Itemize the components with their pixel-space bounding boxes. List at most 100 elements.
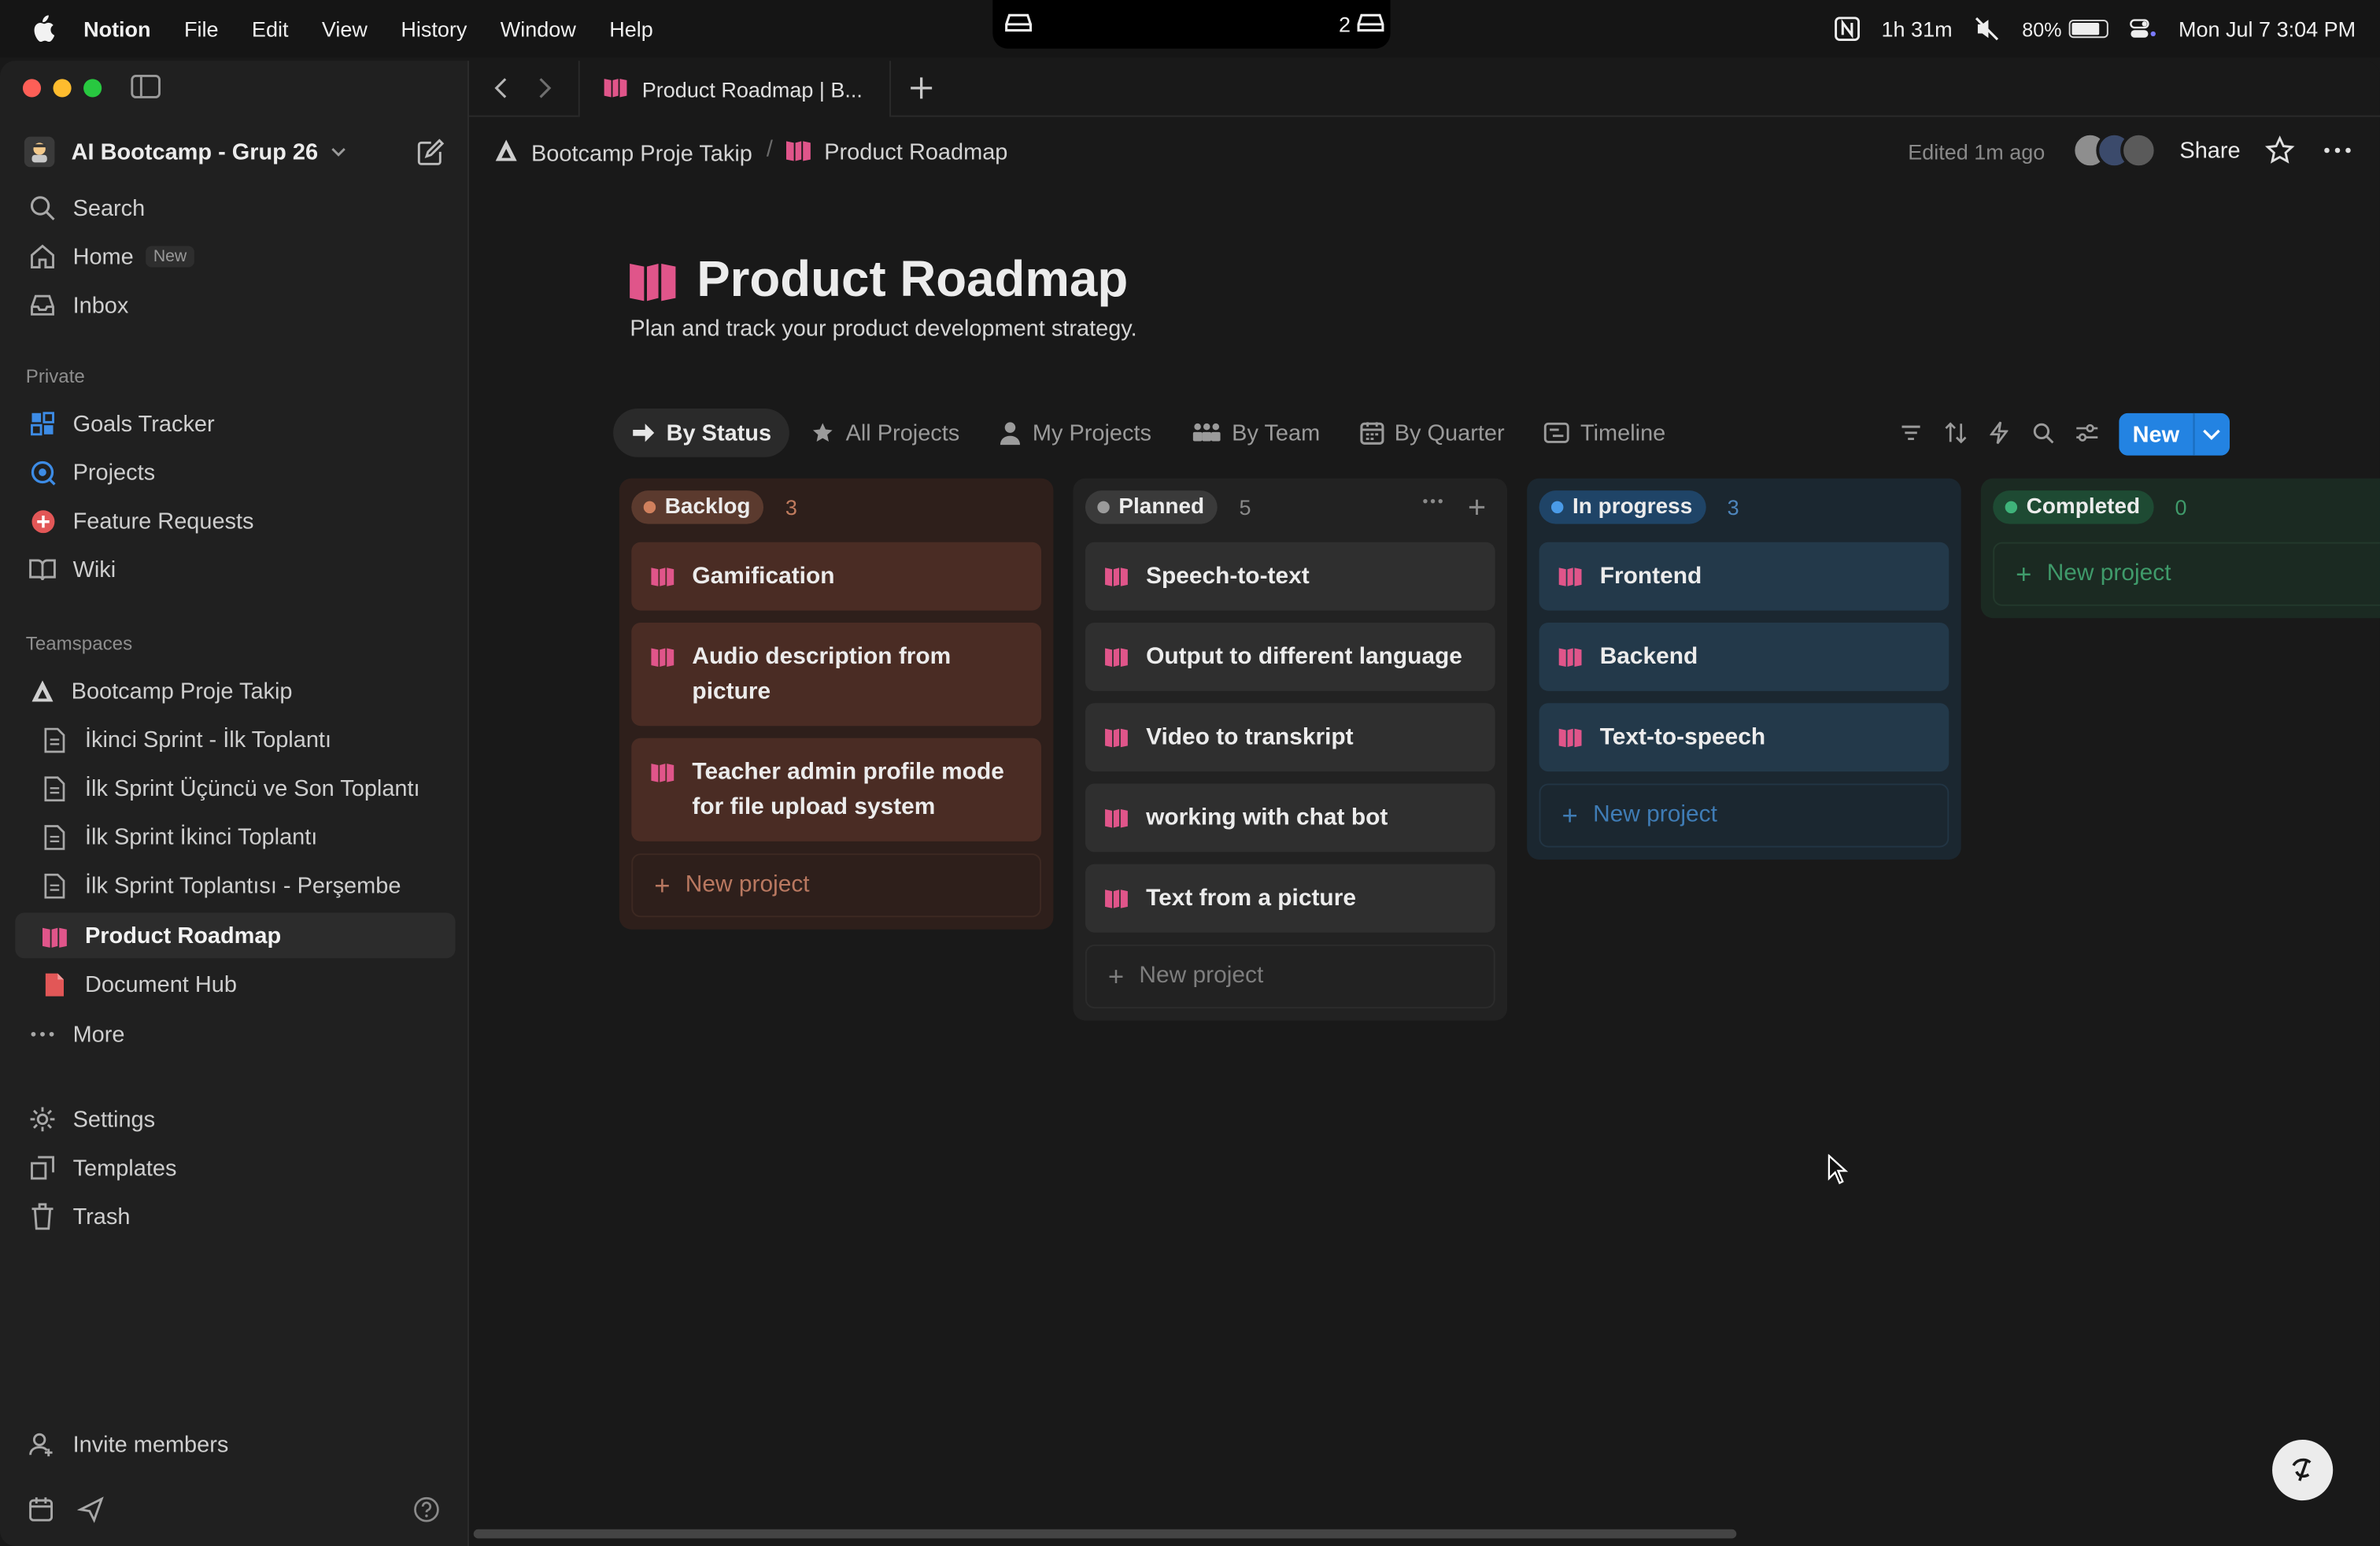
drive-icon[interactable] [1005, 12, 1033, 33]
zoom-window-button[interactable] [83, 79, 102, 98]
board-card[interactable]: Video to transkript [1085, 703, 1495, 772]
board-card[interactable]: Teacher admin profile mode for file uplo… [631, 738, 1041, 841]
sidebar-templates[interactable]: Templates [15, 1145, 455, 1191]
notion-menubar-icon[interactable] [1833, 17, 1861, 41]
workspace-switcher[interactable]: AI Bootcamp - Grup 26 [24, 134, 449, 170]
settings-sliders-icon[interactable] [2073, 419, 2101, 446]
board-card[interactable]: Text-to-speech [1539, 703, 1949, 772]
apple-icon[interactable] [31, 15, 55, 43]
sidebar-home[interactable]: Home New [15, 234, 455, 279]
tab-all-projects[interactable]: All Projects [793, 409, 978, 457]
search-icon[interactable] [2029, 419, 2057, 446]
new-button[interactable]: New [2119, 412, 2193, 456]
minimize-window-button[interactable] [53, 79, 72, 98]
page-description[interactable]: Plan and track your product development … [630, 316, 1136, 342]
menu-view[interactable]: View [322, 17, 368, 41]
new-project-button[interactable]: + New project [631, 853, 1041, 918]
share-button[interactable]: Share [2179, 139, 2240, 165]
breadcrumb-teamspace[interactable]: Bootcamp Proje Takip [493, 139, 752, 169]
card-title: Output to different language [1146, 644, 1462, 670]
new-dropdown-button[interactable] [2193, 412, 2230, 456]
roadmap-icon[interactable] [626, 257, 678, 302]
more-options-icon[interactable] [2323, 135, 2353, 166]
calendar-icon[interactable] [28, 1496, 55, 1523]
menu-app-name[interactable]: Notion [83, 17, 150, 41]
board-card[interactable]: Output to different language [1085, 623, 1495, 691]
sidebar-settings[interactable]: Settings [15, 1097, 455, 1142]
roadmap-icon [649, 758, 675, 793]
sidebar-item-teamspace[interactable]: Bootcamp Proje Takip [15, 668, 455, 714]
sidebar-page-3[interactable]: İlk Sprint İkinci Toplantı [15, 814, 455, 860]
tab-by-team[interactable]: By Team [1173, 409, 1338, 457]
help-circle-icon[interactable] [413, 1496, 441, 1523]
drive-icon-2[interactable] [1357, 12, 1384, 33]
board-card[interactable]: Speech-to-text [1085, 542, 1495, 611]
new-project-label: New project [1593, 801, 1717, 828]
board-card[interactable]: Text from a picture [1085, 864, 1495, 933]
tab-timeline[interactable]: Timeline [1526, 409, 1684, 457]
sidebar-item-projects[interactable]: Projects [15, 449, 455, 495]
sidebar-page-2[interactable]: İlk Sprint Üçüncü ve Son Toplantı [15, 765, 455, 811]
menu-file[interactable]: File [184, 17, 219, 41]
clock[interactable]: Mon Jul 7 3:04 PM [2179, 17, 2356, 41]
breadcrumb-page[interactable]: Product Roadmap [785, 139, 1007, 168]
sidebar-inbox[interactable]: Inbox [15, 283, 455, 328]
tab-my-projects[interactable]: My Projects [981, 409, 1170, 457]
sidebar-page-product-roadmap[interactable]: Product Roadmap [15, 912, 456, 959]
sidebar-trash[interactable]: Trash [15, 1193, 455, 1239]
status-badge-in-progress[interactable]: In progress [1539, 490, 1706, 524]
sidebar-toggle-icon[interactable] [131, 75, 161, 99]
tab-by-quarter[interactable]: By Quarter [1341, 409, 1523, 457]
new-project-button[interactable]: + New project [1085, 945, 1495, 1009]
automation-lightning-icon[interactable] [1986, 419, 2013, 446]
page-title[interactable]: Product Roadmap [697, 250, 1128, 308]
sidebar-item-goals-tracker[interactable]: Goals Tracker [15, 401, 455, 446]
sort-icon[interactable] [1942, 419, 1969, 446]
collaborator-avatars[interactable] [2071, 131, 2160, 172]
sidebar-more[interactable]: More [15, 1012, 455, 1057]
send-icon[interactable] [77, 1496, 105, 1523]
sidebar-page-1[interactable]: İkinci Sprint - İlk Toplantı [15, 717, 455, 763]
sidebar-item-feature-requests[interactable]: Feature Requests [15, 498, 455, 544]
status-badge-completed[interactable]: Completed [1993, 490, 2154, 524]
status-badge-backlog[interactable]: Backlog [631, 490, 764, 524]
battery[interactable]: 80% [2022, 17, 2109, 40]
sidebar-search[interactable]: Search [15, 185, 455, 231]
sidebar-item-wiki[interactable]: Wiki [15, 547, 455, 593]
notion-ai-button[interactable] [2272, 1439, 2334, 1501]
sidebar-home-label: Home [72, 243, 134, 270]
menu-help[interactable]: Help [609, 17, 653, 41]
more-icon[interactable] [1422, 498, 1443, 505]
board-card[interactable]: Gamification [631, 542, 1041, 611]
board-card[interactable]: working with chat bot [1085, 783, 1495, 853]
teamspaces-section-header[interactable]: Teamspaces [26, 634, 132, 655]
horizontal-scrollbar[interactable] [473, 1529, 1737, 1539]
status-badge-planned[interactable]: Planned [1085, 490, 1218, 524]
back-arrow-icon[interactable] [490, 76, 512, 100]
mute-icon[interactable] [1974, 17, 2001, 41]
private-section-header[interactable]: Private [26, 366, 85, 387]
invite-members[interactable]: Invite members [15, 1422, 455, 1467]
board-card[interactable]: Frontend [1539, 542, 1949, 611]
tab-by-status[interactable]: By Status [613, 408, 790, 457]
tab-product-roadmap[interactable]: Product Roadmap | B... [578, 61, 892, 117]
edited-timestamp[interactable]: Edited 1m ago [1908, 139, 2045, 164]
sidebar-page-document-hub[interactable]: Document Hub [15, 961, 455, 1007]
menu-window[interactable]: Window [501, 17, 576, 41]
filter-icon[interactable] [1898, 419, 1925, 446]
menu-history[interactable]: History [401, 17, 467, 41]
menu-edit[interactable]: Edit [252, 17, 289, 41]
new-page-icon[interactable] [416, 137, 446, 168]
star-icon[interactable] [2264, 135, 2295, 166]
new-project-button[interactable]: + New project [1993, 542, 2380, 606]
plus-icon[interactable] [1468, 498, 1486, 516]
control-center-icon[interactable] [2130, 17, 2157, 41]
sidebar-page-4[interactable]: İlk Sprint Toplantısı - Perşembe [15, 863, 455, 908]
board-card[interactable]: Audio description from picture [631, 623, 1041, 727]
close-window-button[interactable] [22, 79, 42, 98]
board-card[interactable]: Backend [1539, 623, 1949, 691]
new-project-button[interactable]: + New project [1539, 783, 1949, 848]
forward-arrow-icon[interactable] [534, 76, 556, 100]
new-tab-plus-icon[interactable] [906, 73, 937, 104]
timer-text[interactable]: 1h 31m [1882, 17, 1953, 41]
